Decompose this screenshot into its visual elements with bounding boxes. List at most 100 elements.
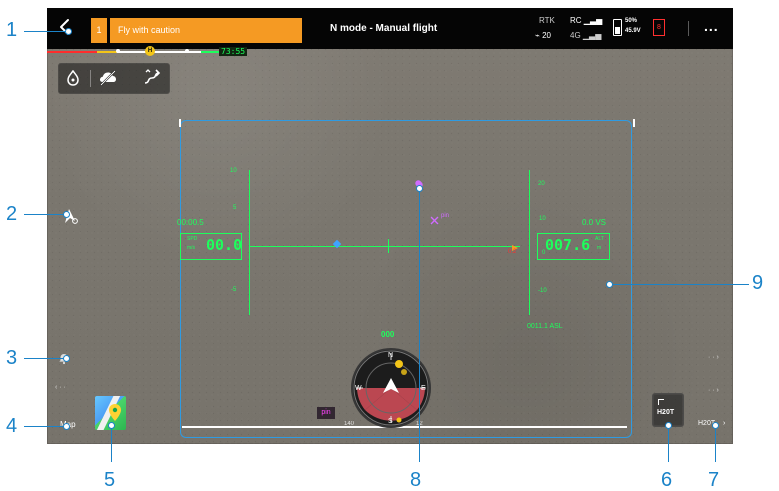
callout-dot-9 [606,281,613,288]
target-pin-icon [430,216,439,225]
cloud-off-icon [100,70,116,86]
callout-dot-4 [63,423,70,430]
top-divider [688,21,689,36]
left-scale-line [249,170,250,315]
callout-line-3 [24,358,66,359]
warning-index-badge: 1 [91,18,107,43]
right-scale-line [529,170,530,315]
battery-icon [613,19,622,36]
callout-line-4 [24,426,66,427]
callout-line-7 [715,428,716,462]
vertical-speed-value: 0.0 VS [582,218,607,227]
callout-6: 6 [661,469,673,491]
left-scale-tick-1: 10 [230,168,237,174]
group-divider-1 [90,70,91,87]
callout-line-2 [24,214,66,215]
altitude-warning-value: 0.2 [508,249,517,255]
altitude-asl-value: 0011.1 ASL [527,323,563,330]
altitude-unit-bottom: m [597,245,602,251]
right-side-dots-top: · · › [708,354,719,361]
battery-voltage: 45.9V [625,28,641,34]
rtk-status-label: RTK [539,16,555,25]
progress-marker-1 [116,49,120,53]
callout-1: 1 [6,19,18,41]
satellite-icon: ⌁ [535,31,540,40]
right-scale-tick-2: 10 [539,216,546,222]
cloud-off-button[interactable] [98,69,118,87]
callout-3: 3 [6,347,18,369]
yellow-progress [97,51,117,53]
callout-7: 7 [708,469,720,491]
warning-banner-text: Fly with caution [118,25,181,35]
callout-dot-8 [416,185,423,192]
altitude-unit-top: ALT [595,236,604,242]
flight-mode-title: N mode - Manual flight [330,23,438,34]
fourg-signal-status: 4G ▁▃▅ [570,31,601,40]
satellite-count: ⌁ 20 [535,31,551,40]
fourg-label: 4G [570,31,581,40]
speed-unit-bottom: m/s [187,245,196,251]
battery-percent: 50% [625,18,638,24]
frame-corner-top-left [179,119,181,127]
callout-dot-2 [63,211,70,218]
callout-dot-1 [65,28,72,35]
bottom-pin-label: pin [321,409,331,416]
bottom-pin-box[interactable]: pin [317,407,335,419]
callout-line-8 [419,191,420,462]
drop-icon [67,69,79,86]
speed-unit-top: SPD [187,236,198,242]
callout-dot-7 [712,422,719,429]
top-status-bar: 1 Fly with caution N mode - Manual fligh… [47,8,733,49]
flight-timer: 73:55 [219,47,248,56]
callout-4: 4 [6,415,18,437]
home-marker: H [145,46,155,56]
altitude-value: 007.6 [545,236,591,254]
callout-line-6 [668,428,669,462]
top-progress-strip: H 73:55 [47,46,733,59]
pin-target-label: pin [441,213,450,219]
warning-banner[interactable]: Fly with caution [110,18,302,43]
callout-9: 9 [752,272,764,294]
callout-5: 5 [104,469,116,491]
right-scale-tick-1: 20 [538,181,545,187]
satellite-count-text: 20 [542,31,551,40]
callout-2: 2 [6,203,18,225]
left-mini-indicator: ‹ · · [55,384,66,391]
left-scale-tick-3: 0 [235,244,239,250]
route-button[interactable] [142,68,162,88]
fourg-signal-icon: ▁▃▅ [582,31,602,40]
altitude-arrow-marker [511,239,519,251]
center-crosshair-vertical [388,239,389,253]
home-marker-text: H [147,48,153,54]
progress-marker-2 [185,49,189,53]
callout-dot-6 [665,422,672,429]
compass-east: E [421,385,426,392]
pin-target-marker[interactable] [430,212,439,225]
camera-button-label: H20T [657,409,675,416]
camera-corner-icon [658,399,664,405]
more-menu-button[interactable]: ... [704,18,719,34]
callout-line-1 [24,31,68,32]
compass-south: S [388,418,393,425]
compass-north: N [388,352,394,359]
heading-value: 000 [381,330,395,339]
callout-line-9 [609,284,749,285]
drop-toggle-button[interactable] [66,69,80,87]
frame-corner-top-right [633,119,635,127]
route-icon [144,69,161,84]
drone-camera-screen: 1 Fly with caution N mode - Manual fligh… [47,8,733,444]
battery-warning-icon: 8 [653,19,665,36]
rc-signal-status: RC ▁▃▅ [570,16,602,25]
red-progress [47,51,97,53]
right-side-dots-bottom: · · › [708,387,719,394]
callout-dot-5 [108,422,115,429]
left-scale-tick-4: -5 [231,287,237,293]
callout-line-5 [111,428,112,462]
left-scale-tick-2: 5 [233,205,237,211]
battery-warning-number: 8 [657,24,661,31]
rc-signal-icon: ▁▃▅ [583,16,603,25]
callout-dot-3 [63,355,70,362]
rc-label: RC [570,16,582,25]
speed-top-value: 00:00.5 [177,218,204,227]
bottom-left-value: 140 [344,421,355,427]
